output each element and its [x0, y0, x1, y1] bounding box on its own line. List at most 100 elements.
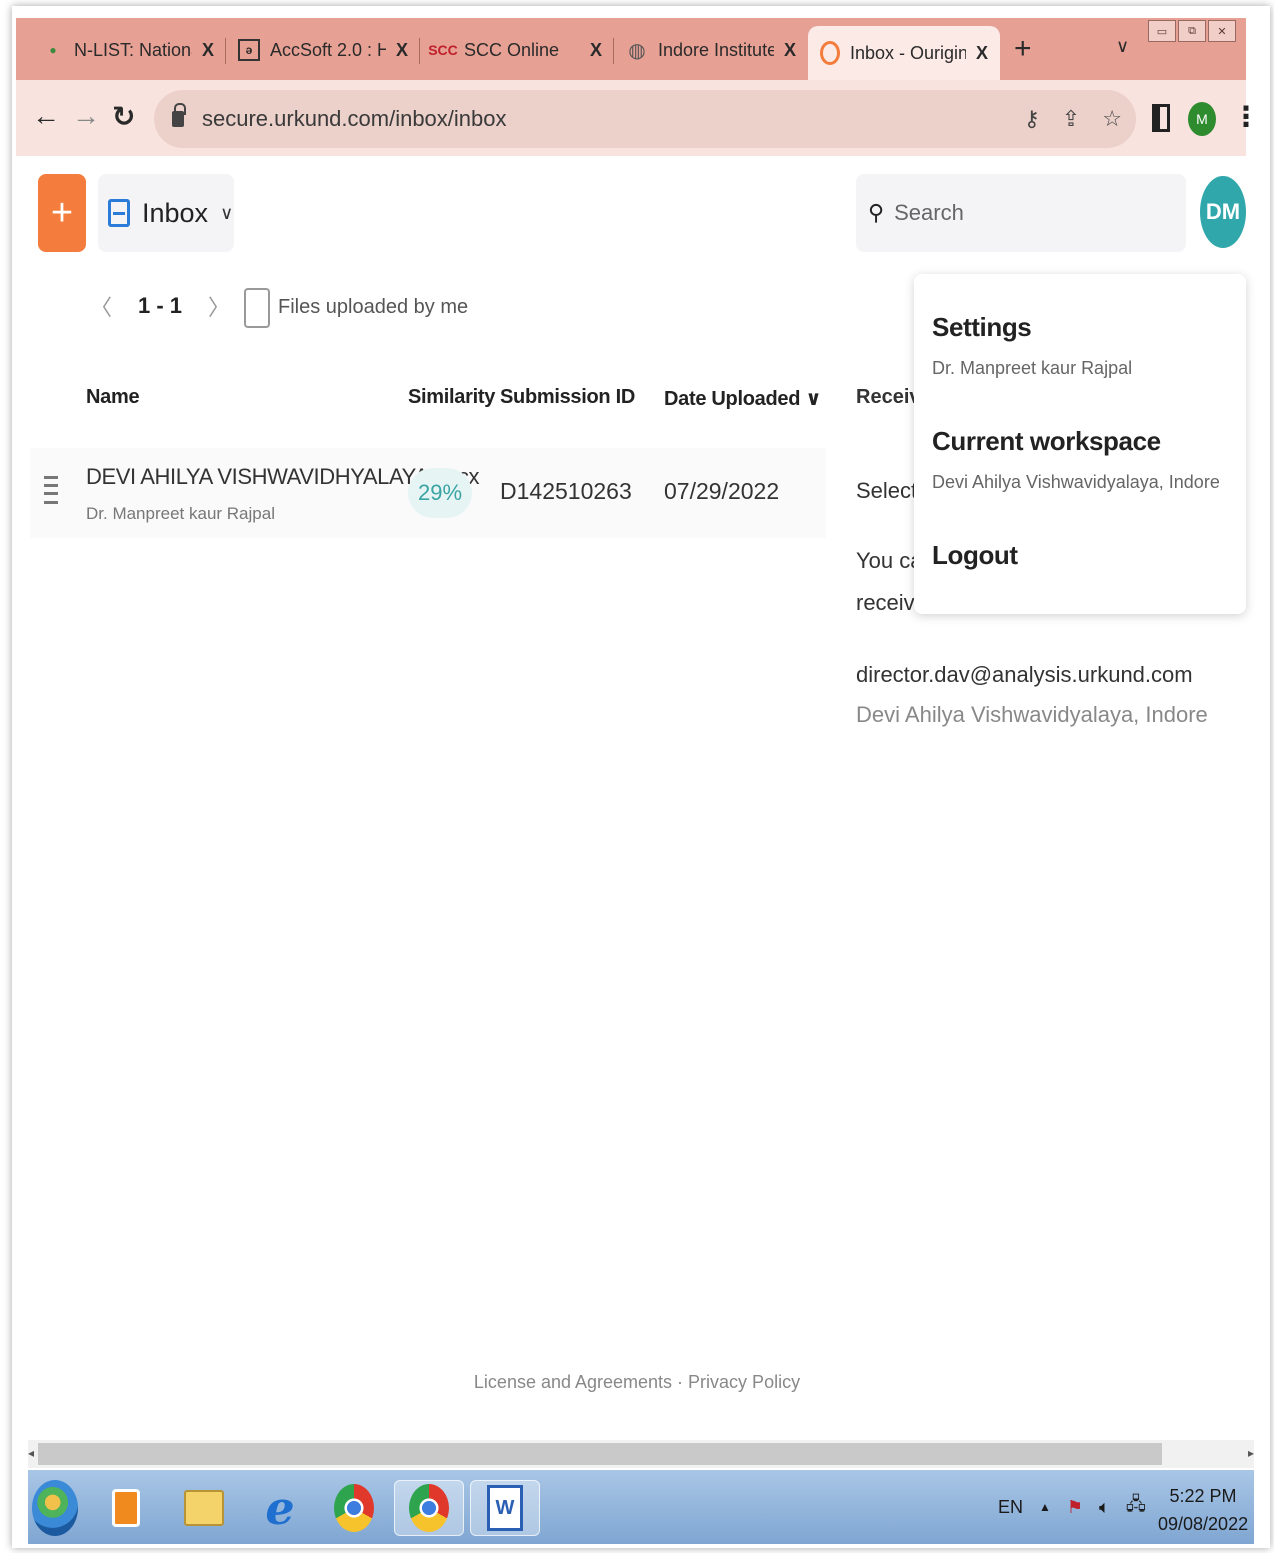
submission-id: D142510263 — [500, 478, 632, 504]
back-arrow-icon[interactable]: ← — [32, 100, 60, 132]
user-menu: Settings Dr. Manpreet kaur Rajpal Curren… — [914, 274, 1246, 614]
sort-chevron-icon: ∨ — [805, 388, 822, 410]
browser-toolbar: ← → ↻ secure.urkund.com/inbox/inbox ⚷ ⇪ … — [16, 80, 1260, 156]
clock-date: 09/08/2022 — [1158, 1514, 1249, 1534]
internet-explorer-icon[interactable]: e — [254, 1480, 306, 1536]
column-header-receiver[interactable]: Receiver — [856, 386, 914, 409]
tab-label: AccSoft 2.0 : Hom — [270, 39, 386, 60]
network-icon[interactable]: 🖧︎ — [1126, 1492, 1146, 1522]
search-icon: ⚲ — [868, 200, 885, 225]
horizontal-scrollbar[interactable]: ◂ ▸ — [28, 1440, 1254, 1468]
inbox-icon — [108, 199, 130, 227]
column-header-name[interactable]: Name — [86, 386, 140, 409]
minimize-icon[interactable]: ▭ — [1148, 20, 1176, 42]
inbox-folder-dropdown[interactable]: Inbox ∨ — [98, 174, 234, 252]
browser-tab-strip: ● N-LIST: National L X ə AccSoft 2.0 : H… — [16, 18, 1246, 80]
receiver-workspace: Devi Ahilya Vishwavidyalaya, Indore — [856, 702, 1208, 727]
forward-arrow-icon[interactable]: → — [72, 100, 100, 132]
tab-accsoft[interactable]: ə AccSoft 2.0 : Hom X — [226, 26, 420, 74]
footer-links[interactable]: License and Agreements · Privacy Policy — [0, 1372, 1274, 1393]
close-tab-icon[interactable]: X — [396, 40, 408, 61]
bookmark-star-icon[interactable]: ☆ — [1102, 106, 1122, 132]
clock-time: 5:22 PM — [1169, 1486, 1237, 1506]
lock-icon[interactable] — [172, 103, 186, 127]
reload-icon[interactable]: ↻ — [112, 100, 135, 133]
receiver-info-text: You can — [856, 548, 914, 573]
receiver-email[interactable]: director.dav@analysis.urkund.com — [856, 662, 1193, 688]
media-player-icon[interactable] — [100, 1480, 152, 1536]
search-input[interactable]: ⚲ Search — [856, 174, 1186, 252]
start-button-icon[interactable] — [32, 1480, 78, 1536]
chevron-down-icon: ∨ — [220, 202, 234, 223]
restore-icon[interactable]: ⧉ — [1178, 20, 1206, 42]
tab-label: Indore Institute of — [658, 39, 774, 60]
tab-inbox-ouriginal[interactable]: Inbox - Ouriginal X — [808, 26, 1000, 80]
side-panel-icon[interactable] — [1152, 104, 1170, 132]
tab-indore-institute[interactable]: ◍ Indore Institute of X — [614, 26, 808, 74]
menu-workspace-name: Devi Ahilya Vishwavidyalaya, Indore — [932, 472, 1220, 492]
new-tab-button[interactable]: + — [1014, 32, 1032, 66]
file-explorer-icon[interactable] — [178, 1480, 230, 1536]
tab-search-chevron-icon[interactable]: ∨ — [1116, 36, 1129, 57]
table-row[interactable]: DEVI AHILYA VISHWAVIDHYALAYA.docx Dr. Ma… — [30, 448, 826, 538]
document-uploader: Dr. Manpreet kaur Rajpal — [86, 504, 275, 523]
system-tray: EN ▲ ⚑ 🔈︎ 🖧︎ — [998, 1492, 1146, 1522]
tab-scc-online[interactable]: SCC SCC Online X — [420, 26, 614, 74]
scroll-right-icon[interactable]: ▸ — [1248, 1446, 1254, 1460]
pagination: 〈 1 - 1 〉 — [90, 290, 230, 322]
new-submission-button[interactable]: + — [38, 174, 86, 252]
receiver-select-text: Select a — [856, 478, 914, 503]
menu-item-current-workspace[interactable]: Current workspace — [932, 426, 1161, 457]
address-bar[interactable]: secure.urkund.com/inbox/inbox ⚷ ⇪ ☆ — [154, 90, 1136, 148]
globe-icon: ◍ — [628, 39, 646, 62]
ouriginal-icon — [820, 41, 840, 65]
scc-icon: SCC — [428, 42, 458, 58]
prev-page-icon[interactable]: 〈 — [90, 290, 112, 322]
close-tab-icon[interactable]: X — [590, 40, 602, 61]
menu-item-settings[interactable]: Settings — [932, 312, 1032, 343]
tab-nlist[interactable]: ● N-LIST: National L X — [30, 26, 226, 74]
chrome-icon[interactable] — [328, 1480, 380, 1536]
browser-menu-icon[interactable]: ⋮ — [1232, 100, 1260, 133]
browser-profile-avatar[interactable]: M — [1188, 102, 1216, 136]
taskbar-clock[interactable]: 5:22 PM 09/08/2022 — [1158, 1482, 1248, 1538]
windows-taskbar: e W EN ▲ ⚑ 🔈︎ 🖧︎ 5:22 PM 09/08/2022 — [28, 1470, 1254, 1544]
close-tab-icon[interactable]: X — [976, 43, 988, 64]
menu-item-logout[interactable]: Logout — [932, 540, 1018, 571]
date-uploaded-label: Date Uploaded — [664, 388, 801, 410]
action-center-flag-icon[interactable]: ⚑ — [1067, 1497, 1083, 1518]
user-avatar[interactable]: DM — [1200, 176, 1246, 248]
close-tab-icon[interactable]: X — [202, 40, 214, 61]
key-icon[interactable]: ⚷ — [1024, 106, 1040, 132]
receiver-info-text-2: receive — [856, 590, 914, 615]
close-window-icon[interactable]: ✕ — [1208, 20, 1236, 42]
search-placeholder: Search — [894, 200, 964, 225]
menu-user-name: Dr. Manpreet kaur Rajpal — [932, 358, 1133, 378]
volume-icon[interactable]: 🔈︎ — [1099, 1497, 1110, 1518]
scroll-left-icon[interactable]: ◂ — [28, 1446, 34, 1460]
similarity-badge[interactable]: 29% — [408, 468, 472, 518]
column-header-date-uploaded[interactable]: Date Uploaded ∨ — [664, 386, 822, 411]
globe-leaf-icon: ● — [49, 43, 57, 57]
files-uploaded-by-me-checkbox[interactable] — [244, 288, 270, 328]
window-controls: ▭ ⧉ ✕ — [1148, 20, 1236, 42]
close-tab-icon[interactable]: X — [784, 40, 796, 61]
column-header-similarity[interactable]: Similarity — [408, 386, 495, 409]
date-uploaded: 07/29/2022 — [664, 478, 780, 504]
show-hidden-icons-icon[interactable]: ▲ — [1039, 1500, 1051, 1514]
language-indicator[interactable]: EN — [998, 1497, 1023, 1518]
chrome-profile-icon[interactable] — [394, 1480, 464, 1536]
word-icon[interactable]: W — [470, 1480, 540, 1536]
tab-label: Inbox - Ouriginal — [850, 42, 966, 63]
files-uploaded-by-me-label: Files uploaded by me — [278, 296, 469, 318]
url-text: secure.urkund.com/inbox/inbox — [202, 106, 507, 131]
scrollbar-thumb[interactable] — [38, 1443, 1162, 1465]
accsoft-icon: ə — [238, 39, 260, 61]
next-page-icon[interactable]: 〉 — [208, 290, 230, 322]
inbox-label: Inbox — [142, 197, 209, 228]
tab-label: SCC Online — [464, 39, 560, 60]
share-icon[interactable]: ⇪ — [1062, 106, 1080, 132]
column-header-submission-id[interactable]: Submission ID — [500, 386, 635, 409]
page-range: 1 - 1 — [138, 293, 183, 318]
document-icon — [44, 476, 58, 512]
